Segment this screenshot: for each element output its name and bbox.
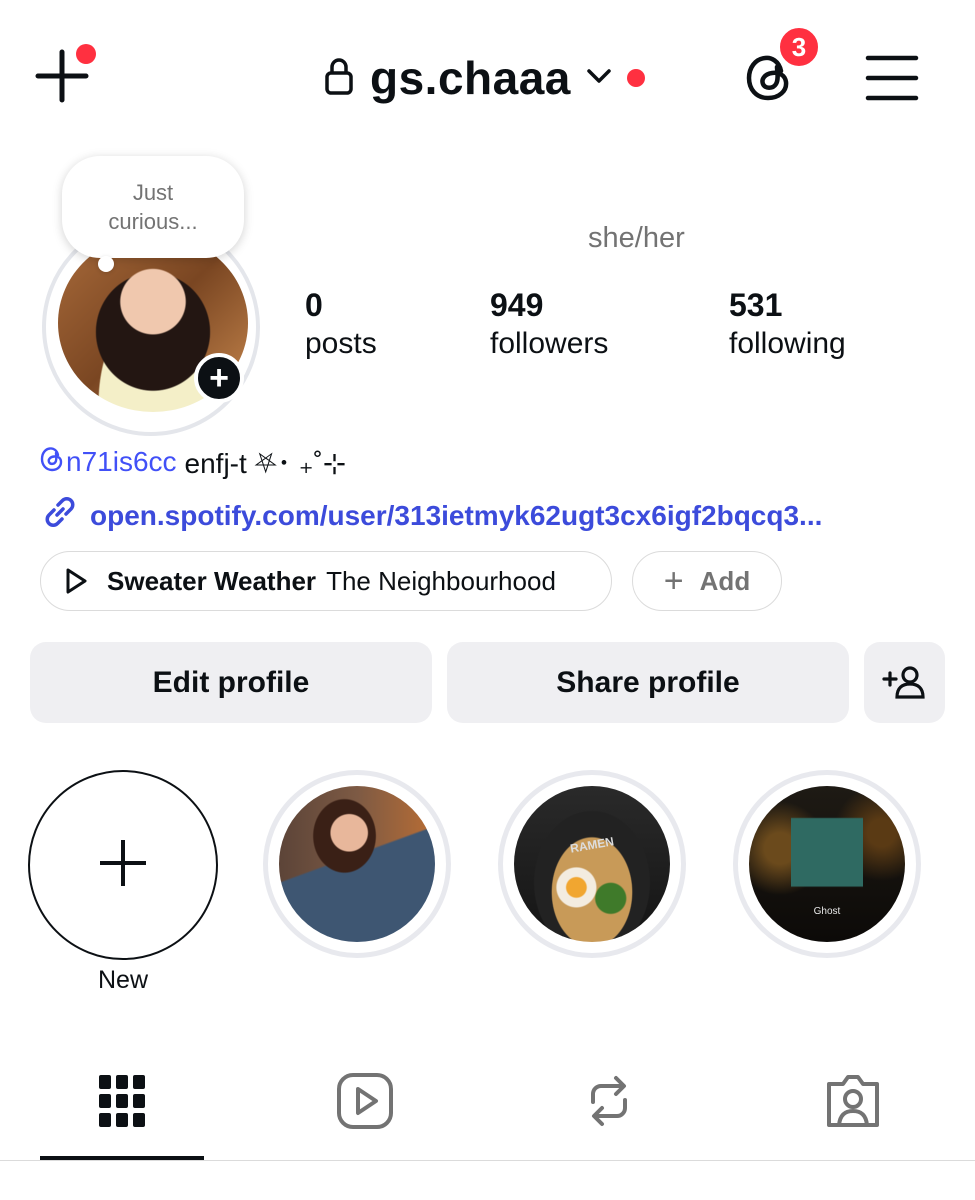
- tab-reels[interactable]: [330, 1068, 400, 1138]
- tagged-person-icon: [823, 1072, 883, 1135]
- profile-link[interactable]: open.spotify.com/user/313ietmyk62ugt3cx6…: [40, 492, 822, 539]
- plus-icon: +: [663, 562, 684, 600]
- plus-icon: [97, 837, 149, 894]
- menu-icon[interactable]: [862, 48, 922, 108]
- discover-people-button[interactable]: [864, 642, 945, 723]
- posts-label: posts: [305, 327, 377, 360]
- play-icon: [63, 567, 89, 595]
- edit-profile-button[interactable]: Edit profile: [30, 642, 432, 723]
- bio-text: enfj-t ⛧･ ₊˚⊹: [184, 448, 347, 479]
- note-text-line2: curious...: [108, 209, 198, 234]
- note-text-line1: Just: [132, 180, 174, 205]
- account-switcher[interactable]: gs.chaaa: [322, 48, 645, 108]
- ramen-bowl-text: RAMEN: [569, 834, 615, 856]
- tab-tagged[interactable]: [818, 1068, 888, 1138]
- threads-handle-link[interactable]: n71is6cc: [40, 446, 177, 479]
- repost-icon: [583, 1072, 635, 1135]
- posts-count: 0: [305, 287, 323, 323]
- add-label: Add: [699, 565, 751, 596]
- highlight-portrait[interactable]: [263, 770, 451, 958]
- chevron-down-icon[interactable]: [585, 66, 613, 91]
- following-count: 531: [729, 287, 783, 323]
- followers-label: followers: [490, 327, 609, 360]
- song-artist: The Neighbourhood: [326, 565, 556, 596]
- note-bubble[interactable]: Just curious...: [62, 156, 244, 258]
- highlight-ramen-image: RAMEN: [514, 786, 670, 942]
- highlight-music[interactable]: Ghost: [733, 770, 921, 958]
- followers-stat[interactable]: 949 followers: [490, 286, 608, 364]
- tab-grid[interactable]: [87, 1068, 157, 1138]
- highlight-music-image: Ghost: [749, 786, 905, 942]
- reels-icon: [336, 1072, 394, 1135]
- grid-icon: [97, 1073, 147, 1134]
- link-icon: [40, 492, 80, 539]
- highlight-ramen[interactable]: RAMEN: [498, 770, 686, 958]
- add-person-icon: [881, 663, 928, 703]
- new-highlight-button[interactable]: [28, 770, 218, 960]
- tab-reposts[interactable]: [574, 1068, 644, 1138]
- posts-stat[interactable]: 0 posts: [305, 286, 377, 364]
- new-highlight-label: New: [97, 966, 148, 994]
- profile-link-text: open.spotify.com/user/313ietmyk62ugt3cx6…: [90, 499, 823, 531]
- bio: n71is6cc enfj-t ⛧･ ₊˚⊹: [40, 442, 346, 482]
- music-pill[interactable]: Sweater Weather The Neighbourhood: [40, 551, 612, 611]
- tab-divider: [0, 1160, 975, 1161]
- pronouns: she/her: [588, 222, 685, 254]
- threads-small-icon: [40, 446, 64, 479]
- threads-handle: n71is6cc: [66, 446, 177, 477]
- share-profile-button[interactable]: Share profile: [447, 642, 849, 723]
- note-tail-dot: [98, 256, 114, 272]
- lock-icon: [322, 56, 356, 101]
- following-label: following: [729, 327, 846, 360]
- account-notification-dot: [626, 69, 645, 87]
- username: gs.chaaa: [370, 52, 571, 104]
- music-card-title: Ghost: [813, 906, 841, 917]
- song-title: Sweater Weather: [107, 565, 317, 596]
- add-pill[interactable]: + Add: [632, 551, 782, 611]
- create-notification-dot: [76, 44, 96, 64]
- following-stat[interactable]: 531 following: [729, 286, 846, 364]
- add-story-button[interactable]: +: [194, 353, 244, 403]
- followers-count: 949: [490, 287, 544, 323]
- highlight-portrait-image: [279, 786, 435, 942]
- threads-badge: 3: [777, 25, 821, 69]
